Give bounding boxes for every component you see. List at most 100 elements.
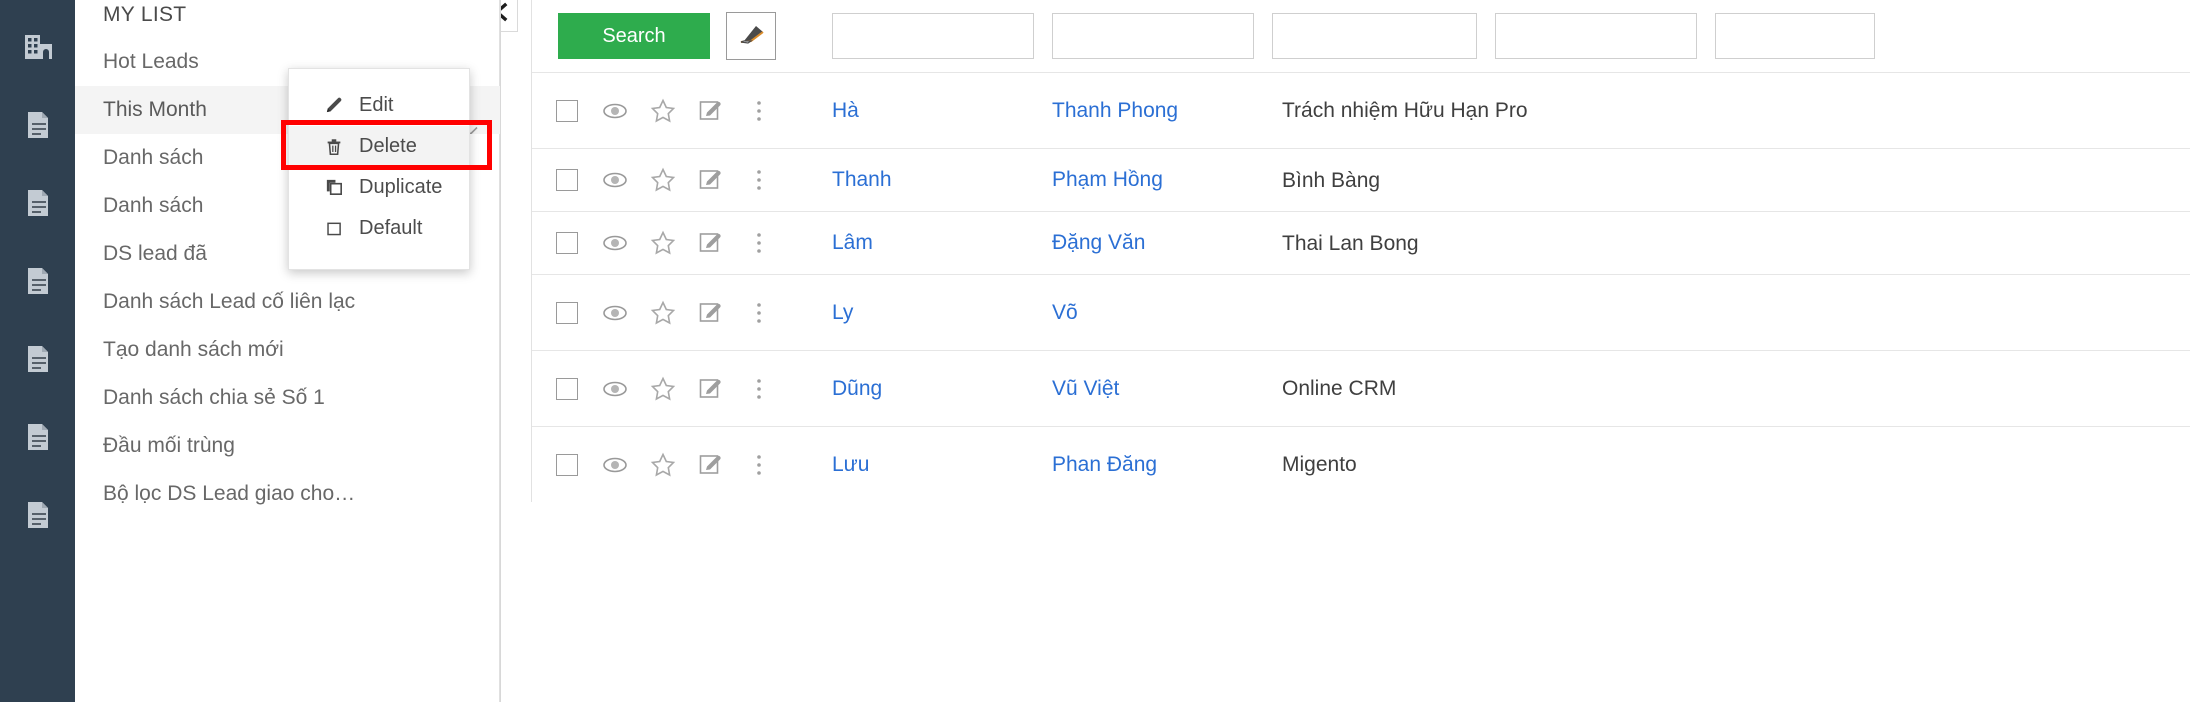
context-menu-item-edit[interactable]: Edit [289, 85, 469, 126]
list-item-label: Danh sách chia sẻ Số 1 [103, 386, 325, 409]
lead-first-name[interactable]: Hà [832, 99, 1052, 123]
context-menu-item-duplicate[interactable]: Duplicate [289, 167, 469, 208]
context-menu-item-default[interactable]: Default [289, 208, 469, 249]
eye-icon[interactable] [602, 230, 628, 256]
more-vertical-icon[interactable] [746, 376, 772, 402]
list-item-danh-sach-lead-co-lien-lac[interactable]: Danh sách Lead cố liên lạc [75, 278, 500, 326]
lead-first-name[interactable]: Lưu [832, 453, 1052, 477]
lead-first-name[interactable]: Dũng [832, 377, 1052, 401]
building-icon [21, 30, 55, 64]
list-item-label: Tạo danh sách mới [103, 338, 284, 361]
search-toolbar: Search [531, 0, 2190, 72]
rail-item-company[interactable] [0, 8, 75, 86]
lead-table: Hà Thanh Phong Trách nhiệm Hữu Hạn Pro T… [531, 72, 2190, 502]
filter-input-2[interactable] [1052, 13, 1254, 59]
crm-lead-list-screen: MY LIST Hot Leads This Month Danh sách D… [0, 0, 2190, 702]
table-row[interactable]: Thanh Phạm Hồng Bình Bàng [532, 148, 2190, 211]
row-actions [532, 230, 832, 256]
rail-item-document-2[interactable] [0, 164, 75, 242]
list-item-dau-moi-trung[interactable]: Đầu mối trùng [75, 422, 500, 470]
edit-note-icon[interactable] [698, 376, 724, 402]
lead-first-name[interactable]: Ly [832, 301, 1052, 325]
more-vertical-icon[interactable] [746, 98, 772, 124]
star-icon[interactable] [650, 452, 676, 478]
row-checkbox[interactable] [554, 452, 580, 478]
panel-collapse-button[interactable] [501, 0, 518, 32]
document-icon [21, 342, 55, 376]
row-checkbox[interactable] [554, 376, 580, 402]
rail-item-document-6[interactable] [0, 476, 75, 554]
context-menu-item-label: Delete [359, 135, 417, 157]
eye-icon[interactable] [602, 98, 628, 124]
edit-note-icon[interactable] [698, 452, 724, 478]
rail-item-document-4[interactable] [0, 320, 75, 398]
lead-last-name[interactable]: Phạm Hồng [1052, 168, 1282, 192]
list-item-label: Danh sách [103, 146, 204, 169]
row-checkbox[interactable] [554, 98, 580, 124]
eye-icon[interactable] [602, 167, 628, 193]
eye-icon[interactable] [602, 452, 628, 478]
icon-rail [0, 0, 75, 702]
star-icon[interactable] [650, 98, 676, 124]
filter-input-5[interactable] [1715, 13, 1875, 59]
my-list-panel: MY LIST Hot Leads This Month Danh sách D… [75, 0, 500, 702]
table-row[interactable]: Hà Thanh Phong Trách nhiệm Hữu Hạn Pro [532, 72, 2190, 148]
edit-note-icon[interactable] [698, 167, 724, 193]
row-actions [532, 376, 832, 402]
more-vertical-icon[interactable] [746, 452, 772, 478]
document-icon [21, 498, 55, 532]
row-checkbox[interactable] [554, 300, 580, 326]
square-icon [323, 218, 345, 240]
panel-title: MY LIST [103, 3, 187, 26]
lead-last-name[interactable]: Võ [1052, 301, 1282, 325]
edit-note-icon[interactable] [698, 230, 724, 256]
context-menu-item-delete[interactable]: Delete [289, 126, 469, 167]
document-icon [21, 264, 55, 298]
row-checkbox[interactable] [554, 167, 580, 193]
lead-first-name[interactable]: Lâm [832, 231, 1052, 255]
filter-input-1[interactable] [832, 13, 1034, 59]
lead-first-name[interactable]: Thanh [832, 168, 1052, 192]
list-context-menu: Edit Delete Duplicate Default [288, 68, 470, 270]
context-menu-item-label: Edit [359, 94, 394, 116]
filter-input-3[interactable] [1272, 13, 1477, 59]
more-vertical-icon[interactable] [746, 167, 772, 193]
lead-last-name[interactable]: Thanh Phong [1052, 99, 1282, 123]
lead-organization: Trách nhiệm Hữu Hạn Pro [1282, 99, 1528, 122]
filter-input-4[interactable] [1495, 13, 1697, 59]
row-checkbox[interactable] [554, 230, 580, 256]
context-menu-item-label: Duplicate [359, 176, 443, 198]
more-vertical-icon[interactable] [746, 300, 772, 326]
rail-item-document-1[interactable] [0, 86, 75, 164]
table-row[interactable]: Dũng Vũ Việt Online CRM [532, 350, 2190, 426]
rail-item-document-3[interactable] [0, 242, 75, 320]
table-row[interactable]: Lâm Đặng Văn Thai Lan Bong [532, 211, 2190, 274]
document-icon [21, 186, 55, 220]
star-icon[interactable] [650, 230, 676, 256]
list-item-label: Danh sách [103, 194, 204, 217]
star-icon[interactable] [650, 300, 676, 326]
lead-last-name[interactable]: Vũ Việt [1052, 377, 1282, 401]
star-icon[interactable] [650, 376, 676, 402]
context-menu-item-label: Default [359, 217, 423, 239]
list-item-bo-loc-ds-lead-giao-cho[interactable]: Bộ lọc DS Lead giao cho… [75, 470, 500, 518]
list-item-danh-sach-chia-se-so-1[interactable]: Danh sách chia sẻ Số 1 [75, 374, 500, 422]
eye-icon[interactable] [602, 376, 628, 402]
star-icon[interactable] [650, 167, 676, 193]
list-item-tao-danh-sach-moi[interactable]: Tạo danh sách mới [75, 326, 500, 374]
lead-last-name[interactable]: Phan Đăng [1052, 453, 1282, 477]
table-row[interactable]: Ly Võ [532, 274, 2190, 350]
more-vertical-icon[interactable] [746, 230, 772, 256]
edit-note-icon[interactable] [698, 98, 724, 124]
list-item-label: DS lead đã [103, 242, 207, 265]
eye-icon[interactable] [602, 300, 628, 326]
row-actions [532, 167, 832, 193]
lead-organization: Online CRM [1282, 377, 1397, 400]
edit-note-icon[interactable] [698, 300, 724, 326]
rail-item-document-5[interactable] [0, 398, 75, 476]
pencil-icon [323, 95, 345, 117]
table-row[interactable]: Lưu Phan Đăng Migento [532, 426, 2190, 502]
lead-last-name[interactable]: Đặng Văn [1052, 231, 1282, 255]
clear-filters-button[interactable] [726, 12, 776, 60]
search-button[interactable]: Search [558, 13, 710, 59]
